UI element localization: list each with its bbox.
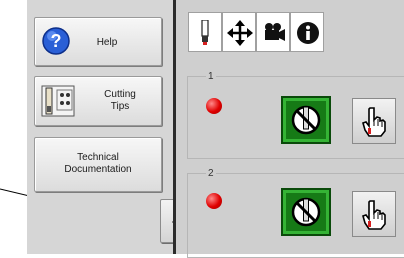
status-led-1 bbox=[206, 98, 222, 114]
technical-documentation-label: Technical Documentation bbox=[64, 152, 132, 175]
cutting-tips-icon bbox=[41, 85, 75, 117]
tab-move[interactable] bbox=[222, 12, 256, 52]
station-number-1: 1 bbox=[206, 71, 216, 82]
help-label: Help bbox=[96, 37, 118, 48]
help-button[interactable]: ? Help bbox=[34, 17, 162, 66]
hand-pointer-icon bbox=[362, 107, 386, 137]
manual-button-2[interactable] bbox=[352, 191, 396, 237]
info-icon bbox=[297, 22, 319, 44]
status-led-2 bbox=[206, 193, 222, 209]
cutting-tips-label: Cutting Tips bbox=[104, 89, 136, 112]
torch-icon bbox=[201, 20, 209, 45]
technical-documentation-button[interactable]: Technical Documentation bbox=[34, 137, 162, 192]
help-icon: ? bbox=[42, 27, 70, 55]
manual-button-1[interactable] bbox=[352, 98, 396, 144]
tab-info[interactable] bbox=[290, 12, 324, 52]
station-number-2: 2 bbox=[206, 168, 216, 179]
camera-icon bbox=[265, 23, 285, 41]
disable-button-2[interactable] bbox=[281, 188, 331, 236]
tab-torch[interactable] bbox=[188, 12, 222, 52]
move-arrows-icon bbox=[227, 20, 253, 46]
control-panel: 1 2 bbox=[173, 0, 404, 258]
hand-pointer-icon bbox=[362, 200, 386, 230]
prohibited-torch-icon bbox=[291, 105, 321, 135]
disable-button-1[interactable] bbox=[281, 96, 331, 144]
svg-text:?: ? bbox=[51, 31, 62, 51]
tab-camera[interactable] bbox=[256, 12, 290, 52]
prohibited-torch-icon bbox=[291, 197, 321, 227]
sidebar: ? Help Cutting Tips Technical Documentat… bbox=[27, 0, 192, 254]
cutting-tips-button[interactable]: Cutting Tips bbox=[34, 76, 162, 126]
